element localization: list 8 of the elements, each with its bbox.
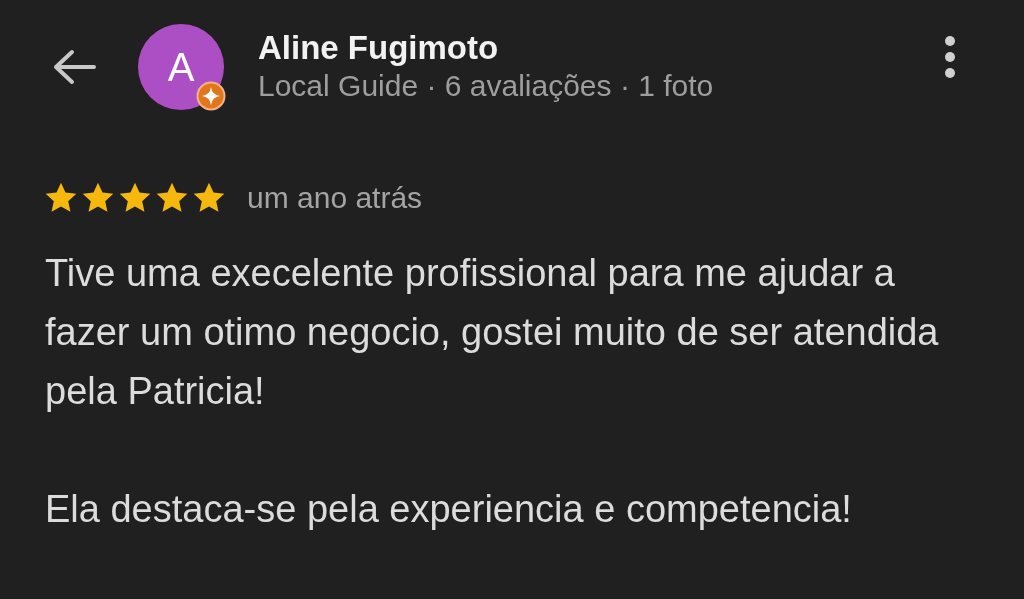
review-time: um ano atrás xyxy=(247,181,423,215)
reviewer-name[interactable]: Aline Fugimoto xyxy=(258,29,944,67)
avatar[interactable]: A xyxy=(138,24,224,110)
review-text: Ela destaca-se pela experiencia e competencia! xyxy=(45,487,853,532)
back-icon[interactable] xyxy=(52,49,96,85)
review-text: Tive uma execelente profissional para me ajudar a fazer um otimo negocio, gostei muito de ser atendida pela Patricia! xyxy=(45,251,940,414)
more-options-icon[interactable] xyxy=(944,35,956,79)
reviewer-info: Local Guide · 6 avaliações · 1 foto xyxy=(258,69,715,103)
